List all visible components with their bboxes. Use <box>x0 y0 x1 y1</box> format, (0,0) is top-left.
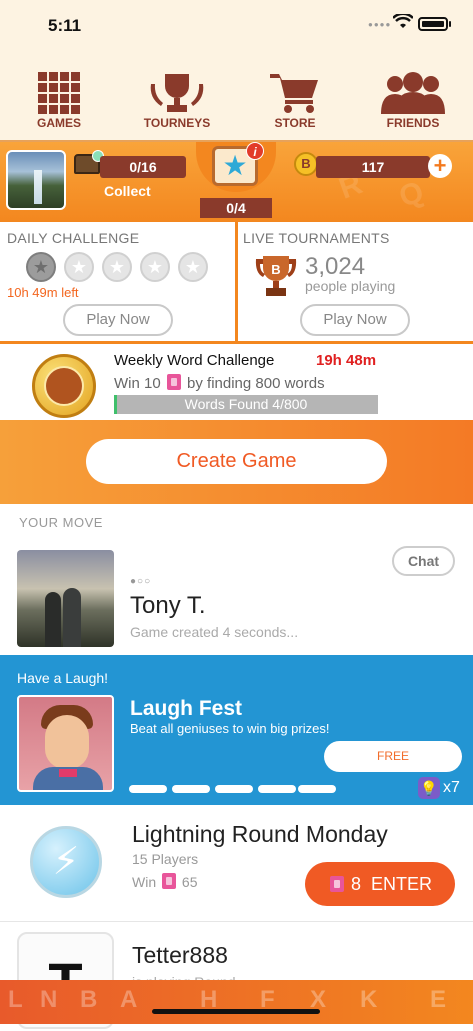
progress-segment <box>129 785 167 793</box>
wifi-icon <box>393 14 413 28</box>
create-game-band: Create Game <box>0 420 473 504</box>
weekly-title: Weekly Word Challenge <box>114 352 275 369</box>
lightning-icon: ⚡ <box>30 826 102 898</box>
battery-icon <box>418 17 448 31</box>
daily-time-left: 10h 49m left <box>7 285 79 300</box>
background-thumbnail[interactable] <box>6 150 66 210</box>
nav-store-label: STORE <box>274 116 316 130</box>
add-coins-button[interactable]: + <box>428 154 452 178</box>
medal-icon <box>32 354 96 418</box>
free-button[interactable]: FREE <box>324 741 462 772</box>
nav-games[interactable]: GAMES <box>9 72 109 130</box>
create-game-button[interactable]: Create Game <box>86 439 387 484</box>
comedian-avatar <box>17 695 114 792</box>
info-icon: i <box>246 142 264 160</box>
stats-bar: Q Q R 0/16 Collect ★ i 0/4 B 117 + <box>0 142 473 222</box>
bronze-trophy-icon: B <box>255 256 297 296</box>
daily-star-icon: ★ <box>140 252 170 282</box>
laugh-fest-card[interactable]: Have a Laugh! Laugh Fest Beat all genius… <box>0 655 473 805</box>
tournament-prize: Win 65 <box>132 873 198 890</box>
laugh-subtitle: Beat all geniuses to win big prizes! <box>130 721 330 736</box>
daily-challenge-title: DAILY CHALLENGE <box>7 230 140 246</box>
progress-segment <box>298 785 336 793</box>
grid-icon <box>38 72 80 114</box>
ticket-icon <box>166 374 181 390</box>
nav-games-label: GAMES <box>36 116 81 130</box>
coin-balance: 117 <box>316 156 430 178</box>
status-bar: 5:11 ●●●● <box>0 0 473 52</box>
live-player-label: people playing <box>305 278 396 294</box>
avatar <box>17 550 114 647</box>
star-challenge[interactable]: ★ i 0/4 <box>188 142 284 220</box>
weekly-time: 19h 48m <box>316 352 377 369</box>
cart-icon <box>270 74 318 113</box>
progress-segment <box>215 785 253 793</box>
round-dots-icon: ●○○ <box>130 576 152 587</box>
nav-tourneys[interactable]: TOURNEYS <box>127 72 227 130</box>
nav-tourneys-label: TOURNEYS <box>143 116 211 130</box>
trophy-icon <box>150 74 204 112</box>
daily-star-icon: ★ <box>26 252 56 282</box>
top-nav: GAMES TOURNEYS STORE FRIENDS <box>0 52 473 142</box>
challenges-panel: DAILY CHALLENGE ★ ★ ★ ★ ★ 10h 49m left Play … <box>0 222 473 344</box>
nav-friends-label: FRIENDS <box>386 116 440 130</box>
divider <box>235 222 238 342</box>
game-row-tony[interactable]: Chat ●○○ Tony T. Game created 4 seconds.… <box>0 540 473 655</box>
decorative-letter-strip: LNBA HFXKE <box>0 980 473 1024</box>
collect-button[interactable]: Collect <box>104 183 151 199</box>
progress-segment <box>172 785 210 793</box>
ticket-icon <box>329 876 344 892</box>
live-player-count: 3,024 <box>305 253 366 280</box>
status-time: 5:11 <box>48 16 82 35</box>
home-indicator[interactable] <box>152 1009 320 1014</box>
player-count: 15 Players <box>132 851 199 867</box>
weekly-progress-bar: Words Found 4/800 <box>114 395 378 414</box>
nav-friends[interactable]: FRIENDS <box>363 72 463 130</box>
opponent-name: Tetter888 <box>132 942 228 968</box>
people-icon <box>381 72 445 114</box>
laugh-header: Have a Laugh! <box>17 670 109 686</box>
daily-play-button[interactable]: Play Now <box>63 304 173 336</box>
live-tournaments-title: LIVE TOURNAMENTS <box>243 230 390 246</box>
daily-star-icon: ★ <box>178 252 208 282</box>
chat-button[interactable]: Chat <box>392 546 455 576</box>
lightning-round-row[interactable]: ⚡ Lightning Round Monday 15 Players Win … <box>0 805 473 922</box>
weekly-reward: Win 10 by finding 800 words <box>114 374 325 392</box>
live-play-button[interactable]: Play Now <box>300 304 410 336</box>
lightbulb-icon: 💡 <box>418 777 440 799</box>
enter-button[interactable]: 8 ENTER <box>305 862 455 906</box>
ticket-icon <box>162 873 177 889</box>
progress-segment <box>258 785 296 793</box>
weekly-progress-label: Words Found 4/800 <box>184 396 308 412</box>
nav-store[interactable]: STORE <box>245 72 345 130</box>
laugh-title: Laugh Fest <box>130 697 243 720</box>
your-move-header: YOUR MOVE <box>19 515 103 530</box>
tournament-title: Lightning Round Monday <box>132 821 388 847</box>
opponent-name: Tony T. <box>130 592 206 619</box>
hint-count: x7 <box>443 779 460 796</box>
signal-icon: ●●●● <box>368 20 392 29</box>
coin-icon: B <box>294 152 318 176</box>
chest-progress: 0/16 <box>100 156 186 178</box>
weekly-challenge[interactable]: Weekly Word Challenge 19h 48m Win 10 by … <box>0 344 473 420</box>
trophy-letter: B <box>271 262 280 277</box>
daily-star-icon: ★ <box>64 252 94 282</box>
daily-star-icon: ★ <box>102 252 132 282</box>
game-status: Game created 4 seconds... <box>130 624 299 640</box>
star-progress: 0/4 <box>200 198 272 218</box>
